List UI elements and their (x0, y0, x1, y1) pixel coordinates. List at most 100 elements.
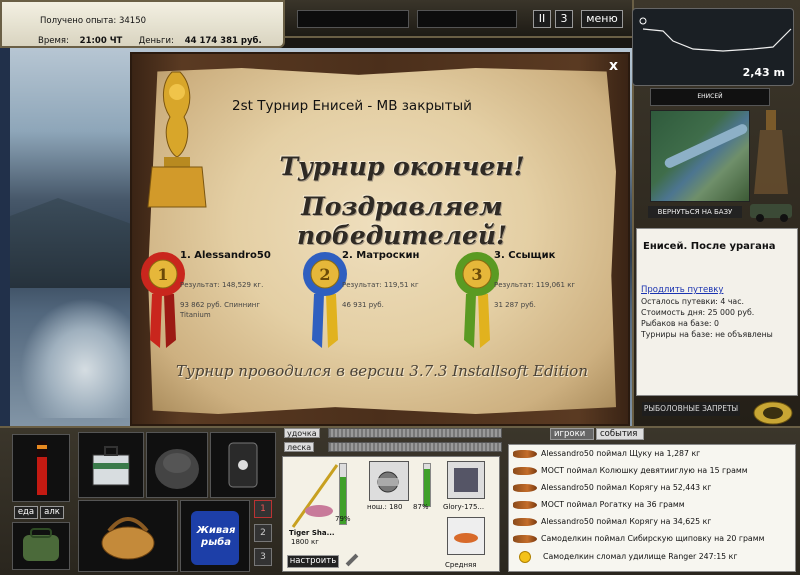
reel-percent: 87% (413, 503, 429, 511)
wrench-icon[interactable] (343, 551, 361, 569)
log-entry: Самоделкин сломал удилище Ranger 247:15 … (513, 551, 793, 567)
phone-icon (228, 442, 258, 488)
log-entry: Alessandro50 поймал Щуку на 1,287 кг (513, 449, 793, 465)
tournament-results-dialog: x 2st Турнир Енисей - МВ закрытый Турнир… (130, 52, 630, 426)
time-label: Время: (38, 36, 69, 46)
menu-button[interactable]: меню (581, 10, 623, 28)
location-info-panel: Енисей. После урагана Продлить путевку О… (636, 228, 798, 396)
reel-slot[interactable] (369, 461, 409, 501)
fish-icon (513, 518, 537, 526)
eat-button[interactable]: еда (14, 506, 38, 519)
fish-icon (513, 501, 537, 509)
fish-icon (513, 484, 537, 492)
winner-prize: 31 287 руб. (494, 301, 536, 309)
winner-result: Результат: 119,061 кг (494, 281, 576, 289)
tournaments-status: Турниры на базе: не объявлены (641, 330, 773, 339)
winner-name: 3. Ссыщик (494, 250, 556, 261)
time-value: 21:00 ЧТ (79, 36, 123, 46)
bag-icon (23, 528, 59, 561)
money-label: Деньги: (138, 36, 174, 46)
alcohol-button[interactable]: алк (40, 506, 64, 519)
rod-label: удочка (284, 428, 320, 438)
left-edge (0, 48, 10, 428)
winner-result: Результат: 148,529 кг. (180, 281, 264, 289)
location-title: ЕНИСЕЙ (650, 88, 770, 106)
day-cost: Стоимость дня: 25 000 руб. (641, 308, 755, 317)
experience-value: 34150 (118, 16, 147, 26)
dialog-title: 2st Турнир Енисей - МВ закрытый (232, 98, 472, 114)
depth-chart: 2,43 m (632, 8, 794, 86)
winner-prize: 46 931 руб. (342, 301, 384, 309)
fishers-count: Рыбаков на базе: 0 (641, 319, 719, 328)
svg-text:3: 3 (471, 265, 482, 284)
winner-name: 1. Alessandro50 (180, 250, 271, 261)
winner-name: 2. Матроскин (342, 250, 420, 261)
lure-slot[interactable] (447, 517, 485, 555)
bait-slot[interactable] (447, 461, 485, 499)
log-entry: Самоделкин поймал Сибирскую щиповку на 2… (513, 534, 793, 550)
permit-remaining: Осталось путевки: 4 час. (641, 297, 744, 306)
picnic-basket-slot[interactable] (78, 500, 178, 572)
location-title-text: Енисей. После урагана (643, 241, 776, 252)
net-icon[interactable] (754, 104, 794, 200)
meter-bars (37, 441, 47, 495)
pause-button[interactable]: II (533, 10, 551, 28)
slot-button-3[interactable]: 3 (254, 548, 272, 566)
version-footer: Турнир проводился в версии 3.7.3 Install… (175, 362, 589, 380)
fish-icon (513, 535, 537, 543)
top-slot-2 (417, 10, 517, 28)
backpack-icon (155, 449, 199, 489)
tournament-over-text: Турнир окончен! (279, 152, 525, 181)
tab-events[interactable]: события (596, 428, 644, 440)
picnic-basket-icon (101, 517, 155, 560)
winner-result: Результат: 119,51 кг (342, 281, 419, 289)
fishing-bans-button[interactable]: РЫБОЛОВНЫЕ ЗАПРЕТЫ (642, 402, 740, 416)
bait-name: Glory-175... (443, 503, 485, 511)
log-entry: МОСТ поймал Рогатку на 36 грамм (513, 500, 793, 516)
speed-button[interactable]: 3 (555, 10, 573, 28)
bucket-label: Живая рыба (196, 525, 236, 548)
bait-icon (454, 468, 478, 492)
log-entry: Alessandro50 поймал Корягу на 52,443 кг (513, 483, 793, 499)
reel-wear-bar (423, 463, 431, 507)
backpack-slot[interactable] (146, 432, 208, 498)
log-entry: МОСТ поймал Колюшку девятииглую на 15 гр… (513, 466, 793, 482)
line-tension-bar (328, 442, 502, 452)
rod-tension-bar (328, 428, 502, 438)
setup-button[interactable]: настроить (287, 555, 339, 568)
close-button[interactable]: x (609, 58, 618, 74)
rod-percent: 79% (335, 515, 351, 523)
phone-slot[interactable] (210, 432, 276, 498)
lure-label: Средняя (445, 561, 477, 569)
bag-slot[interactable] (12, 522, 70, 570)
car-icon[interactable] (748, 196, 796, 224)
log-entry: Alessandro50 поймал Корягу на 34,625 кг (513, 517, 793, 533)
svg-text:1: 1 (157, 265, 168, 284)
line-label: леска (284, 442, 315, 452)
money-value: 44 174 381 руб. (184, 36, 262, 46)
congratulations-text: Поздравляем победителей! (296, 192, 508, 250)
top-slot-1 (297, 10, 409, 28)
live-bait-bucket-slot[interactable]: Живая рыба (180, 500, 250, 572)
winner-prize: 93 862 руб. Спиннинг Titanium (180, 301, 261, 319)
experience-label: Получено опыта: (40, 16, 117, 26)
rod-weight: 1800 кг (291, 538, 319, 546)
smiley-icon (519, 551, 531, 563)
return-to-base-button[interactable]: ВЕРНУТЬСЯ НА БАЗУ (648, 206, 742, 218)
fish-icon (513, 467, 537, 475)
top-bar: II 3 меню (285, 0, 632, 38)
reel-icon (377, 471, 399, 493)
hunger-meter (12, 434, 70, 502)
tackle-box-slot[interactable] (78, 432, 144, 498)
extend-permit-link[interactable]: Продлить путевку (641, 285, 723, 295)
slot-button-2[interactable]: 2 (254, 524, 272, 542)
fish-icon (513, 450, 537, 458)
svg-text:2: 2 (319, 265, 330, 284)
trophy-icon (147, 71, 207, 208)
slot-button-1[interactable]: 1 (254, 500, 272, 518)
rod-name: Tiger Sha... (289, 529, 335, 537)
tab-players[interactable]: игроки (550, 428, 594, 440)
location-map[interactable] (650, 110, 750, 202)
reel-info: нош.: 180 (367, 503, 403, 511)
events-log: Alessandro50 поймал Щуку на 1,287 кг МОС… (508, 444, 796, 572)
